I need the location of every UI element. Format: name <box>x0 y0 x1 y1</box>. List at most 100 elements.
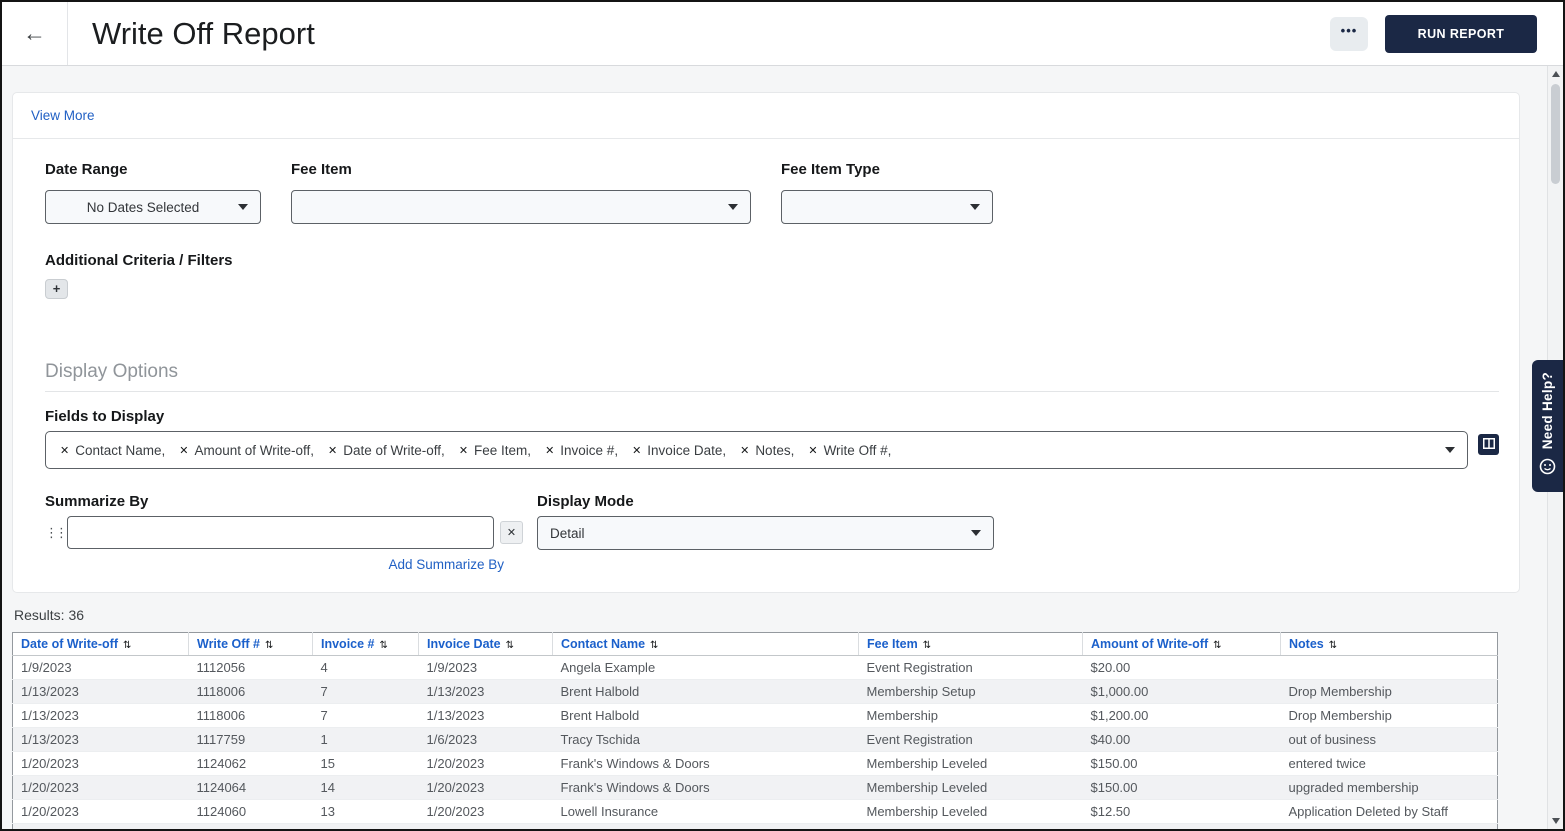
display-options-title: Display Options <box>45 361 179 382</box>
display-mode-dropdown[interactable]: Detail <box>537 516 994 550</box>
fee-item-type-dropdown[interactable] <box>781 190 993 224</box>
date-range-label: Date Range <box>45 161 128 178</box>
cell-invoice-number: 16 <box>312 823 419 829</box>
cell-amount: $45.00 <box>1082 823 1281 829</box>
table-row[interactable]: 1/20/2023 1124062 15 1/20/2023 Frank's W… <box>12 751 1498 776</box>
sort-icon[interactable]: ⇅ <box>123 640 131 651</box>
cell-date-of-write-off: 1/20/2023 <box>12 775 189 800</box>
cell-fee-item: Membership Leveled <box>858 823 1083 829</box>
remove-field-icon[interactable]: ✕ <box>632 444 641 457</box>
summarize-input-row: ⋮⋮ ✕ <box>45 516 537 549</box>
view-more-row: View More <box>13 93 1519 139</box>
sort-icon[interactable]: ⇅ <box>380 640 388 651</box>
sort-icon[interactable]: ⇅ <box>650 640 658 651</box>
cell-invoice-number: 14 <box>312 775 419 800</box>
view-more-link[interactable]: View More <box>31 108 95 123</box>
filter-row: Date Range No Dates Selected Fee Item Fe… <box>45 161 1499 224</box>
cell-amount: $150.00 <box>1082 775 1281 800</box>
field-chip: ✕ Invoice #, <box>545 443 618 458</box>
arrow-down-icon <box>1551 818 1560 824</box>
app-header: ← Write Off Report ••• RUN REPORT <box>2 2 1563 66</box>
date-range-value: No Dates Selected <box>86 199 200 215</box>
remove-field-icon[interactable]: ✕ <box>545 444 554 457</box>
columns-icon <box>1482 437 1495 452</box>
column-header[interactable]: Fee Item ⇅ <box>858 632 1083 656</box>
summarize-by-input[interactable] <box>67 516 494 549</box>
scroll-up-button[interactable] <box>1548 66 1563 82</box>
field-chip-label: Notes, <box>755 442 795 458</box>
section-divider <box>45 391 1499 392</box>
run-report-button[interactable]: RUN REPORT <box>1385 14 1537 53</box>
cell-amount: $40.00 <box>1082 727 1281 752</box>
cell-fee-item: Membership Leveled <box>858 775 1083 800</box>
table-row[interactable]: 1/20/2023 1124060 13 1/20/2023 Lowell In… <box>12 799 1498 824</box>
fee-item-group: Fee Item <box>291 161 751 224</box>
need-help-tab[interactable]: Need Help? <box>1532 360 1563 492</box>
add-summarize-link[interactable]: Add Summarize By <box>388 557 504 572</box>
display-mode-group: Display Mode Detail <box>537 493 994 572</box>
additional-criteria-section: Additional Criteria / Filters + <box>45 252 1499 299</box>
cell-date-of-write-off: 1/9/2023 <box>12 655 189 680</box>
field-chip-label: Fee Item, <box>474 442 532 458</box>
remove-field-icon[interactable]: ✕ <box>179 444 188 457</box>
remove-field-icon[interactable]: ✕ <box>60 444 69 457</box>
page-title: Write Off Report <box>92 15 315 51</box>
fee-item-type-label: Fee Item Type <box>781 161 880 178</box>
remove-field-icon[interactable]: ✕ <box>808 444 817 457</box>
fields-to-display-multiselect[interactable]: ✕ Contact Name, ✕ Amount of Write-off, ✕ <box>45 431 1468 469</box>
plus-icon: + <box>52 281 61 296</box>
fields-to-display-label: Fields to Display <box>45 408 165 425</box>
back-arrow-icon: ← <box>23 20 46 46</box>
column-header[interactable]: Invoice # ⇅ <box>312 632 419 656</box>
column-header[interactable]: Notes ⇅ <box>1280 632 1498 656</box>
table-row[interactable]: 1/13/2023 1117759 1 1/6/2023 Tracy Tschi… <box>12 727 1498 752</box>
cell-invoice-number: 13 <box>312 799 419 824</box>
sort-icon[interactable]: ⇅ <box>506 640 514 651</box>
scroll-down-button[interactable] <box>1548 813 1563 829</box>
write-off-report-page: ← Write Off Report ••• RUN REPORT View M… <box>0 0 1565 831</box>
column-header[interactable]: Write Off # ⇅ <box>188 632 313 656</box>
date-range-dropdown[interactable]: No Dates Selected <box>45 190 261 224</box>
cell-contact-name: Angela Example <box>552 655 859 680</box>
remove-field-icon[interactable]: ✕ <box>459 444 468 457</box>
table-row[interactable]: 1/20/2023 1124064 14 1/20/2023 Frank's W… <box>12 775 1498 800</box>
add-criteria-button[interactable]: + <box>45 279 68 299</box>
scrollbar-thumb[interactable] <box>1551 84 1560 184</box>
table-row[interactable]: 1/13/2023 1118006 7 1/13/2023 Brent Halb… <box>12 703 1498 728</box>
cell-fee-item: Membership Setup <box>858 679 1083 704</box>
column-header[interactable]: Date of Write-off ⇅ <box>12 632 189 656</box>
sort-icon[interactable]: ⇅ <box>265 640 273 651</box>
field-chip-label: Write Off #, <box>823 442 892 458</box>
column-settings-button[interactable] <box>1478 434 1499 455</box>
fee-item-dropdown[interactable] <box>291 190 751 224</box>
remove-field-icon[interactable]: ✕ <box>328 444 337 457</box>
drag-handle-icon[interactable]: ⋮⋮ <box>45 526 68 539</box>
cell-write-off-number: 1117759 <box>188 727 313 752</box>
cell-amount: $1,000.00 <box>1082 679 1281 704</box>
cell-date-of-write-off: 1/13/2023 <box>12 727 189 752</box>
column-header[interactable]: Invoice Date ⇅ <box>418 632 553 656</box>
cell-date-of-write-off: 1/13/2023 <box>12 703 189 728</box>
cell-amount: $12.50 <box>1082 799 1281 824</box>
cell-date-of-write-off: 1/20/2023 <box>12 799 189 824</box>
cell-contact-name: Frank's Windows & Doors <box>552 775 859 800</box>
field-chip: ✕ Contact Name, <box>60 443 165 458</box>
remove-field-icon[interactable]: ✕ <box>740 444 749 457</box>
sort-icon[interactable]: ⇅ <box>923 640 931 651</box>
column-header[interactable]: Amount of Write-off ⇅ <box>1082 632 1281 656</box>
field-chip-label: Invoice #, <box>560 442 619 458</box>
back-button[interactable]: ← <box>2 2 68 65</box>
cell-write-off-number: 1124060 <box>188 799 313 824</box>
more-options-button[interactable]: ••• <box>1330 16 1368 51</box>
table-row[interactable]: 1/23/2023 1126033 16 1/23/2023 Becky Exa… <box>12 823 1498 829</box>
sort-icon[interactable]: ⇅ <box>1213 640 1221 651</box>
cell-contact-name: Lowell Insurance <box>552 799 859 824</box>
clear-summarize-button[interactable]: ✕ <box>500 521 523 544</box>
table-row[interactable]: 1/13/2023 1118006 7 1/13/2023 Brent Halb… <box>12 679 1498 704</box>
sort-icon[interactable]: ⇅ <box>1329 640 1337 651</box>
cell-invoice-number: 7 <box>312 703 419 728</box>
column-header[interactable]: Contact Name ⇅ <box>552 632 859 656</box>
cell-fee-item: Event Registration <box>858 655 1083 680</box>
table-row[interactable]: 1/9/2023 1112056 4 1/9/2023 Angela Examp… <box>12 655 1498 680</box>
cell-notes: upgraded membership <box>1280 775 1498 800</box>
